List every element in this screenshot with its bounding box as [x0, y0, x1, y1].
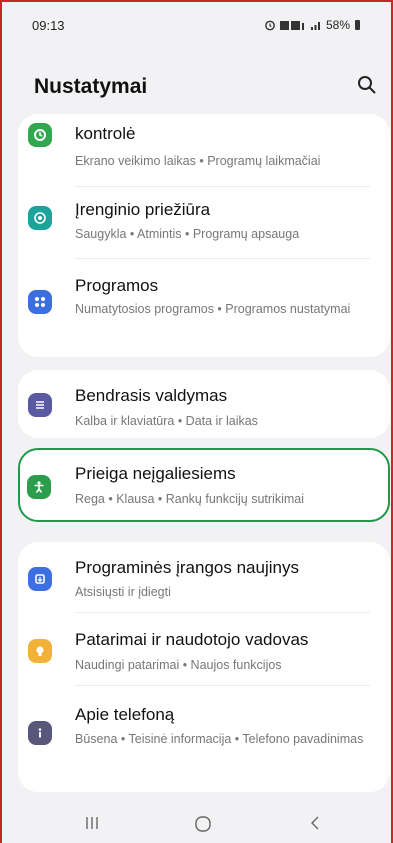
item-title: kontrolė: [75, 124, 136, 143]
item-title: Įrenginio priežiūra: [75, 200, 211, 219]
general-management-icon: [28, 393, 52, 417]
divider: [75, 186, 370, 187]
item-subtitle: Ekrano veikimo laikas • Programų laikmač…: [75, 154, 321, 168]
item-subtitle: Kalba ir klaviatūra • Data ir laikas: [75, 414, 258, 428]
battery-percent: 58%: [325, 18, 350, 32]
settings-item-apps[interactable]: Programos Numatytosios programos • Progr…: [18, 264, 390, 357]
accessibility-icon: [27, 475, 51, 499]
divider: [75, 685, 370, 686]
battery-icon: [355, 20, 360, 30]
page-title: Nustatymai: [34, 75, 148, 98]
network-icon: [279, 21, 304, 30]
status-icons: 58%: [264, 18, 361, 32]
item-title: Programos: [75, 276, 159, 295]
item-subtitle: Numatytosios programos • Programos nusta…: [75, 302, 351, 316]
status-time: 09:13: [32, 18, 65, 33]
lightbulb-icon: [28, 639, 52, 663]
device-care-icon: [28, 206, 52, 230]
item-title: Programinės įrangos naujinys: [75, 558, 299, 577]
item-title: Bendrasis valdymas: [75, 386, 228, 405]
navigation-bar: [2, 802, 391, 843]
settings-card-2: Bendrasis valdymas Kalba ir klaviatūra •…: [18, 370, 390, 438]
item-subtitle: Saugykla • Atmintis • Programų apsauga: [75, 227, 300, 241]
item-subtitle: Naudingi patarimai • Naujos funkcijos: [75, 658, 282, 672]
apps-icon: [28, 290, 52, 314]
item-title: Apie telefoną: [75, 705, 175, 724]
settings-item-about-phone[interactable]: Apie telefoną Būsena • Teisinė informaci…: [18, 687, 390, 792]
software-update-icon: [28, 567, 52, 591]
settings-item-software-update[interactable]: Programinės įrangos naujinys Atsisiųsti …: [18, 542, 390, 613]
search-icon[interactable]: [356, 74, 378, 96]
settings-item-general-management[interactable]: Bendrasis valdymas Kalba ir klaviatūra •…: [18, 370, 390, 438]
item-subtitle: Būsena • Teisinė informacija • Telefono …: [75, 732, 364, 746]
settings-item-accessibility[interactable]: Prieiga neįgaliesiems Rega • Klausa • Ra…: [18, 448, 390, 522]
item-subtitle: Rega • Klausa • Rankų funkcijų sutrikima…: [75, 492, 304, 506]
settings-item-tips[interactable]: Patarimai ir naudotojo vadovas Naudingi …: [18, 614, 390, 686]
status-bar: 09:13 58%: [2, 2, 391, 42]
back-icon[interactable]: [307, 815, 323, 831]
screen: 09:13 58% Nustatymai kontrolė Ekrano vei…: [0, 0, 393, 843]
settings-item-device-care[interactable]: Įrenginio priežiūra Saugykla • Atmintis …: [18, 192, 390, 267]
item-title: Patarimai ir naudotojo vadovas: [75, 630, 309, 649]
item-subtitle: Atsisiųsti ir įdiegti: [75, 585, 171, 599]
divider: [75, 612, 370, 613]
settings-item-kontrole[interactable]: kontrolė Ekrano veikimo laikas • Program…: [18, 114, 390, 189]
settings-card-1: kontrolė Ekrano veikimo laikas • Program…: [18, 114, 390, 357]
settings-card-3: Programinės įrangos naujinys Atsisiųsti …: [18, 542, 390, 792]
alarm-icon: [265, 20, 275, 31]
recents-icon[interactable]: [84, 815, 100, 831]
divider: [75, 258, 370, 259]
info-icon: [28, 721, 52, 745]
item-title: Prieiga neįgaliesiems: [75, 464, 236, 483]
signal-icon: [310, 22, 320, 30]
home-icon[interactable]: [194, 815, 212, 833]
screen-time-icon: [28, 123, 52, 147]
